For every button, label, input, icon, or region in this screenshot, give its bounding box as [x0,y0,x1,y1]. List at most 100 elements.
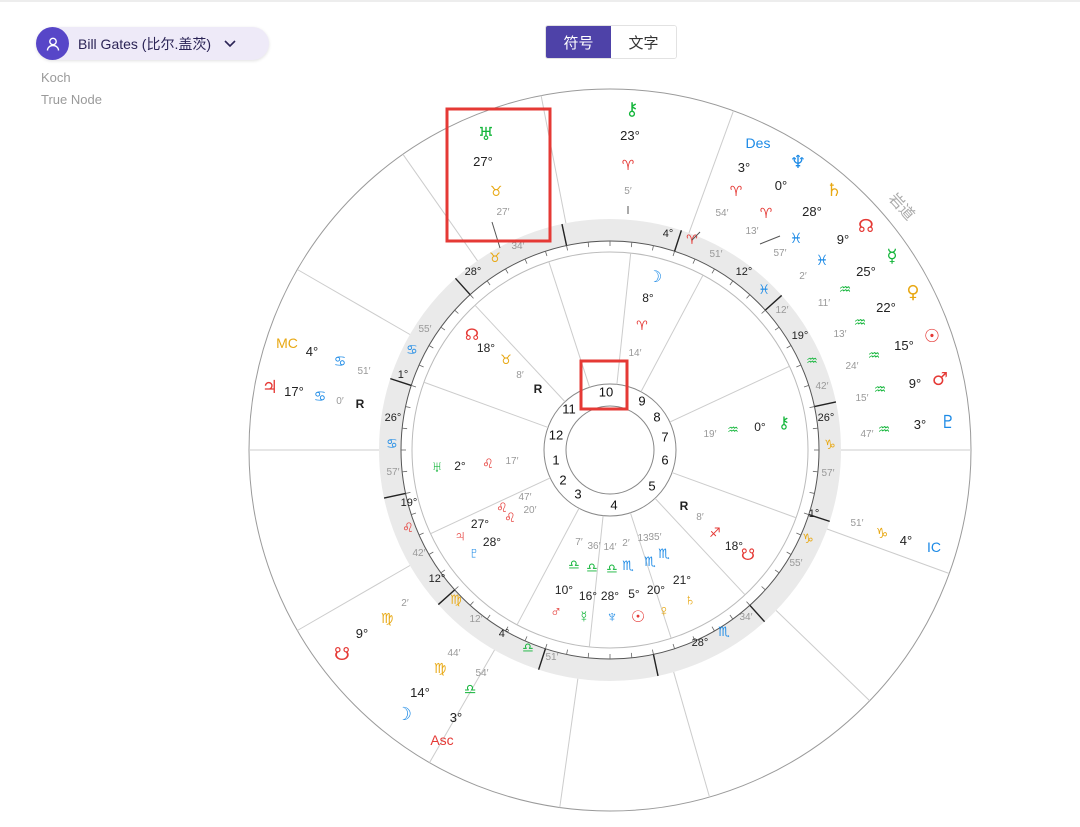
inner-cusp-line [669,365,790,423]
cusp-minute: 42′ [816,381,829,392]
inner-planet-sign: ♎ [568,557,580,572]
outer-point-degree: 27° [473,154,493,169]
cusp-minute: 57′ [387,467,400,478]
degree-tick [411,385,417,388]
house-number: 8 [653,409,660,424]
cusp-sign: ♋ [406,342,418,357]
outer-point-glyph: ♃ [262,377,278,398]
degree-tick [711,626,715,632]
inner-planet-degree: 0° [754,420,766,434]
outer-point-glyph: ♄ [826,180,842,201]
cusp-minute: 57′ [822,468,835,479]
inner-cusp-line [423,381,549,428]
house-number: 6 [661,452,668,467]
degree-tick [454,586,459,591]
degree-tick [761,586,766,591]
degree-tick [774,569,780,574]
inner-planet-glyph: ♅ [431,459,443,476]
outer-point-minute: 2′ [401,598,409,609]
degree-tick [402,470,408,473]
cusp-minute: 34′ [740,612,753,623]
inner-planet-minute: 35′ [649,532,662,543]
outer-point-sign: ♈ [730,183,743,199]
inner-planet-degree: 10° [555,583,573,597]
cusp-degree: 4° [663,228,674,240]
degree-tick [812,470,818,473]
ring-label: 岩道 [885,190,918,224]
outer-point-sign: ♑ [876,525,889,541]
outer-point-degree: 3° [914,417,926,432]
outer-point-degree: 3° [450,710,462,725]
cusp-minute: 51′ [710,249,723,260]
outer-cusp-line [402,153,478,262]
outer-point-glyph: Des [746,135,771,151]
inner-planet-sign: ♐ [709,525,721,540]
degree-tick [587,652,590,658]
inner-planet-glyph: ☿ [578,609,590,626]
cusp-sign: ♏ [718,624,730,639]
outer-point-degree: 17° [284,384,304,399]
outer-point-degree: 28° [802,204,822,219]
inner-planet-glyph: ☉ [631,609,645,626]
degree-tick [440,326,446,331]
outer-point-sign: ♎ [464,681,477,697]
degree-tick [469,294,474,299]
cusp-degree: 19° [401,497,418,509]
cusp-minute: 12′ [470,614,483,625]
outer-point-degree: 0° [775,178,787,193]
outer-point-degree: 23° [620,128,640,143]
inner-planet-minute: 20′ [524,505,537,516]
inner-planet-sign: ♌ [482,456,494,471]
outer-point-minute: 51′ [851,518,864,529]
outer-point-sign: ♍ [434,660,447,676]
degree-tick [545,251,548,257]
inner-planet-minute: 17′ [506,456,519,467]
outer-point-degree: 22° [876,300,896,315]
outer-point-sign: ♒ [839,281,852,297]
cusp-degree: 26° [818,412,835,424]
inner-planet-sign: ♒ [727,422,739,437]
cusp-degree: 1° [398,369,409,381]
inner-planet-glyph: ♇ [468,545,480,562]
degree-tick [672,251,675,257]
degree-tick [652,245,654,251]
inner-cusp-line [548,261,591,388]
degree-tick [786,551,792,555]
degree-tick [809,492,815,494]
inner-planet-degree: 28° [483,535,501,549]
outer-point-glyph: ♀ [906,282,919,303]
inner-planet-degree: 28° [601,589,619,603]
retrograde-mark: R [680,499,689,513]
outer-cusp-line [559,678,579,808]
cusp-sign: ♑ [824,437,836,452]
degree-tick [469,601,474,606]
degree-tick [692,258,696,264]
outer-point-minute: 11′ [818,298,830,309]
inner-planet-sign: ♈ [636,318,648,333]
cusp-minute: 12′ [776,305,789,316]
outer-point-glyph: ☉ [924,326,940,347]
inner-cusp-line [588,515,604,647]
leader-line [759,235,781,245]
degree-tick [405,406,411,408]
degree-tick [486,614,491,620]
inner-planet-degree: 18° [725,539,743,553]
inner-planet-sign: ♉ [500,352,512,367]
outer-point-degree: 4° [306,344,318,359]
outer-point-sign: ♒ [878,421,891,437]
outer-point-sign: ♋ [314,388,327,404]
cusp-degree: 26° [385,412,402,424]
outer-point-glyph: IC [927,539,941,555]
house-number: 9 [638,393,645,408]
degree-tick [405,492,411,494]
inner-planet-sign: ♏ [658,546,670,561]
outer-cusp-line [297,269,411,335]
outer-point-degree: 15° [894,338,914,353]
inner-planet-degree: 21° [673,573,691,587]
inner-planet-glyph: ♀ [658,603,670,620]
outer-point-sign: ♉ [490,183,503,199]
outer-point-minute: 57′ [774,248,787,259]
outer-point-glyph: ♆ [790,152,806,173]
house-number: 4 [610,497,617,512]
house-number: 3 [574,486,581,501]
